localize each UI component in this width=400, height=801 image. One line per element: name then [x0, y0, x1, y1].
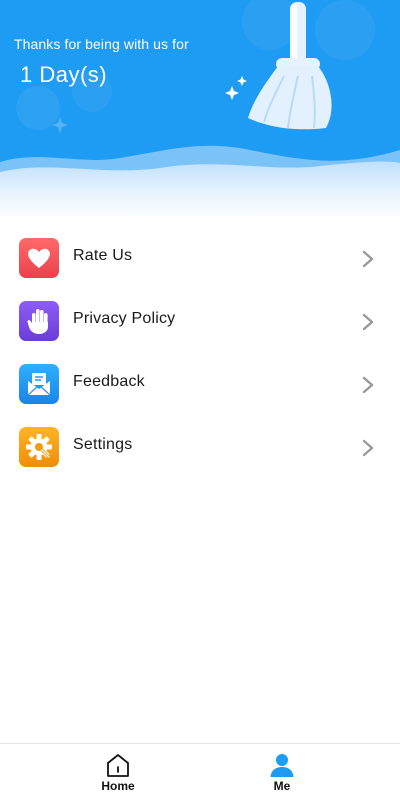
settings-menu: Rate Us Privacy Policy Feedback Settings: [0, 226, 400, 478]
chevron-right-icon: [362, 313, 374, 331]
profile-icon: [270, 754, 294, 777]
tab-me-label: Me: [273, 779, 291, 793]
privacy-policy-label: Privacy Policy: [73, 310, 176, 327]
chevron-right-icon: [362, 250, 374, 268]
feedback-item[interactable]: Feedback: [0, 352, 400, 415]
tab-me[interactable]: Me: [232, 744, 332, 801]
rate-us-item[interactable]: Rate Us: [0, 226, 400, 289]
gear-icon: [19, 427, 59, 467]
hand-icon: [19, 301, 59, 341]
heart-icon: [19, 238, 59, 278]
envelope-icon: [19, 364, 59, 404]
broom-icon: [225, 2, 332, 130]
tab-home-label: Home: [101, 779, 135, 793]
tab-home[interactable]: Home: [68, 744, 168, 801]
header-banner: Thanks for being with us for 1 Day(s): [0, 0, 400, 220]
settings-label: Settings: [73, 436, 133, 453]
rate-us-label: Rate Us: [73, 247, 133, 264]
feedback-label: Feedback: [73, 373, 145, 390]
home-icon: [107, 754, 129, 777]
settings-item[interactable]: Settings: [0, 415, 400, 478]
privacy-policy-item[interactable]: Privacy Policy: [0, 289, 400, 352]
chevron-right-icon: [362, 439, 374, 457]
bottom-navigation: Home Me: [0, 743, 400, 801]
chevron-right-icon: [362, 376, 374, 394]
thanks-text: Thanks for being with us for: [14, 36, 189, 52]
days-count: 1 Day(s): [20, 62, 108, 87]
